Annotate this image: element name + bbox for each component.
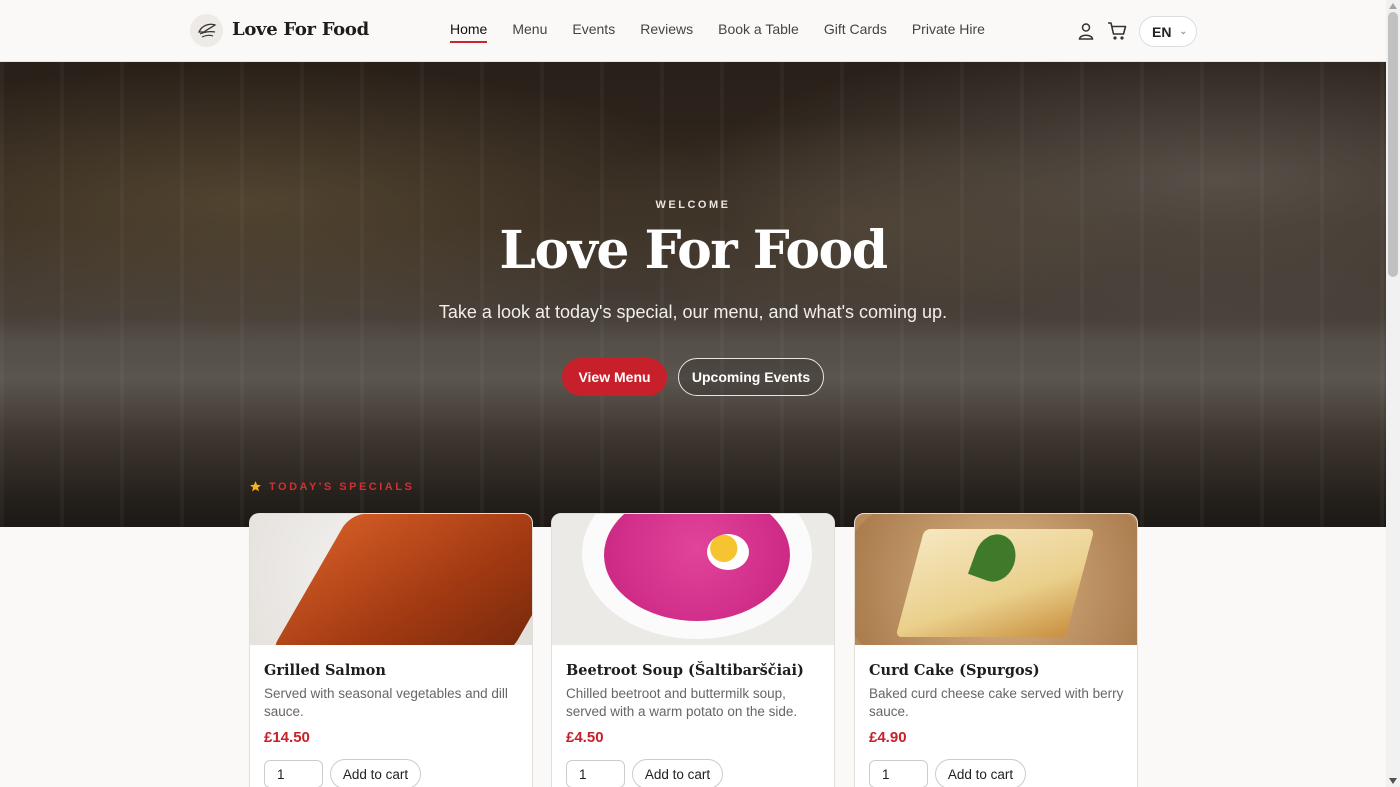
language-selector[interactable]: EN ⌄	[1139, 16, 1197, 47]
nav-item-menu[interactable]: Menu	[512, 21, 547, 43]
nav-item-book-a-table[interactable]: Book a Table	[718, 21, 799, 43]
beetroot-soup-image	[552, 514, 834, 645]
nav-item-home[interactable]: Home	[450, 21, 488, 43]
nav-item-gift-cards[interactable]: Gift Cards	[824, 21, 887, 43]
leaf-logo-icon	[197, 23, 216, 37]
card-description: Baked curd cheese cake served with berry…	[869, 686, 1124, 719]
cart-icon[interactable]	[1106, 20, 1128, 42]
page-scrollbar[interactable]	[1386, 0, 1400, 787]
upcoming-events-button[interactable]: Upcoming Events	[678, 358, 824, 396]
special-card-beetroot-soup: Beetroot Soup (Šaltibarščiai) Chilled be…	[551, 513, 835, 787]
grilled-salmon-image	[250, 514, 532, 645]
card-description: Served with seasonal vegetables and dill…	[264, 686, 508, 719]
language-label: EN	[1152, 23, 1172, 40]
hero-section: WELCOME Love For Food Take a look at tod…	[0, 62, 1386, 527]
add-to-cart-button[interactable]: Add to cart	[632, 759, 723, 787]
add-to-cart-button[interactable]: Add to cart	[330, 759, 421, 787]
main-nav: Home Menu Events Reviews Book a Table Gi…	[450, 21, 1010, 43]
quantity-input[interactable]: 1	[869, 760, 928, 787]
add-to-cart-button[interactable]: Add to cart	[935, 759, 1026, 787]
todays-specials-heading: TODAY'S SPECIALS	[249, 480, 414, 493]
site-header: Love For Food Home Menu Events Reviews B…	[0, 0, 1386, 62]
quantity-input[interactable]: 1	[264, 760, 323, 787]
view-menu-button[interactable]: View Menu	[562, 358, 667, 396]
nav-item-private-hire[interactable]: Private Hire	[912, 21, 985, 43]
special-card-grilled-salmon: Grilled Salmon Served with seasonal vege…	[249, 513, 533, 787]
logo-icon[interactable]	[190, 14, 223, 47]
special-card-curd-cake: Curd Cake (Spurgos) Baked curd cheese ca…	[854, 513, 1138, 787]
card-title: Beetroot Soup (Šaltibarščiai)	[566, 662, 804, 679]
user-icon[interactable]	[1076, 21, 1096, 41]
quantity-input[interactable]: 1	[566, 760, 625, 787]
hero-eyebrow: WELCOME	[655, 199, 731, 211]
brand-name[interactable]: Love For Food	[232, 19, 369, 40]
chevron-down-icon: ⌄	[1179, 26, 1187, 36]
card-price: £14.50	[264, 729, 310, 746]
curd-cake-image	[855, 514, 1137, 645]
card-title: Curd Cake (Spurgos)	[869, 662, 1040, 679]
hero-subtitle: Take a look at today's special, our menu…	[438, 302, 948, 322]
scroll-down-arrow-icon[interactable]	[1389, 778, 1397, 784]
nav-item-events[interactable]: Events	[572, 21, 615, 43]
card-price: £4.90	[869, 729, 907, 746]
hero-title: Love For Food	[499, 220, 888, 281]
star-icon	[250, 481, 261, 492]
card-description: Chilled beetroot and buttermilk soup, se…	[566, 686, 798, 719]
scroll-up-arrow-icon[interactable]	[1389, 3, 1397, 9]
nav-item-reviews[interactable]: Reviews	[640, 21, 693, 43]
scroll-thumb[interactable]	[1388, 12, 1398, 277]
todays-specials-label: TODAY'S SPECIALS	[269, 480, 415, 493]
card-title: Grilled Salmon	[264, 662, 386, 679]
card-price: £4.50	[566, 729, 604, 746]
